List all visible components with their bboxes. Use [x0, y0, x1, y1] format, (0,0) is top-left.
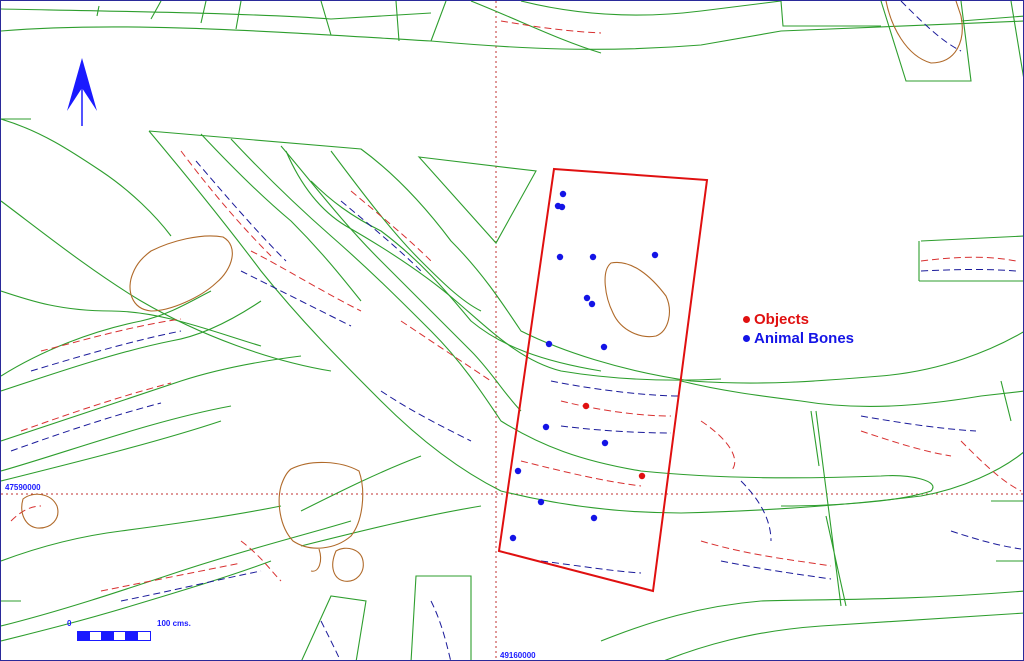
- animal-bone-point: [583, 294, 591, 302]
- contour-dashes-blue: [10, 1, 1022, 660]
- scale-segment: [90, 632, 102, 640]
- blue-dot-icon: [743, 335, 750, 342]
- site-plan-drawing: [1, 1, 1023, 660]
- animal-bone-point: [558, 203, 566, 211]
- animal-bone-points: [509, 190, 659, 542]
- scale-length-label: 100 cms.: [157, 619, 191, 628]
- scale-bar-segments: [77, 631, 151, 641]
- map-legend: Objects Animal Bones: [743, 310, 854, 348]
- animal-bone-point: [651, 251, 659, 259]
- animal-bone-point: [559, 190, 567, 198]
- animal-bone-point: [600, 343, 608, 351]
- feature-lower-left: [278, 461, 364, 549]
- animal-bone-point: [556, 253, 564, 261]
- north-arrow-icon: [67, 58, 97, 126]
- terrain-outlines: [1, 1, 1023, 660]
- feature-inside-trench: [604, 261, 670, 338]
- animal-bone-point: [589, 253, 597, 261]
- scale-zero-label: 0: [67, 619, 72, 628]
- animal-bone-point: [514, 467, 522, 475]
- feature-small-circle-bottom: [332, 547, 364, 582]
- feature-upper-left: [129, 235, 233, 312]
- animal-bone-point: [542, 423, 550, 431]
- animal-bone-point: [588, 300, 596, 308]
- animal-bone-point: [601, 439, 609, 447]
- legend-item-animal-bones: Animal Bones: [743, 329, 854, 348]
- scale-segment: [138, 632, 150, 640]
- legend-label-animal-bones: Animal Bones: [754, 330, 855, 347]
- animal-bone-point: [537, 498, 545, 506]
- scale-segment: [78, 632, 90, 640]
- animal-bone-point: [509, 534, 517, 542]
- object-point: [638, 472, 646, 480]
- object-points: [582, 402, 646, 480]
- red-dot-icon: [743, 316, 750, 323]
- coord-label-horizontal: 47590000: [5, 483, 41, 492]
- object-point: [582, 402, 590, 410]
- animal-bone-point: [545, 340, 553, 348]
- legend-label-objects: Objects: [754, 311, 810, 328]
- scale-segment: [114, 632, 126, 640]
- grid-lines: [1, 1, 1023, 660]
- coord-label-vertical: 49160000: [500, 651, 536, 660]
- contour-dashes-red: [10, 20, 1022, 592]
- map-frame: Objects Animal Bones 0 100 cms. 47590000…: [0, 0, 1024, 661]
- animal-bone-point: [590, 514, 598, 522]
- feature-small-circle-left: [21, 493, 59, 529]
- scale-segment: [126, 632, 138, 640]
- scale-segment: [102, 632, 114, 640]
- legend-item-objects: Objects: [743, 310, 854, 329]
